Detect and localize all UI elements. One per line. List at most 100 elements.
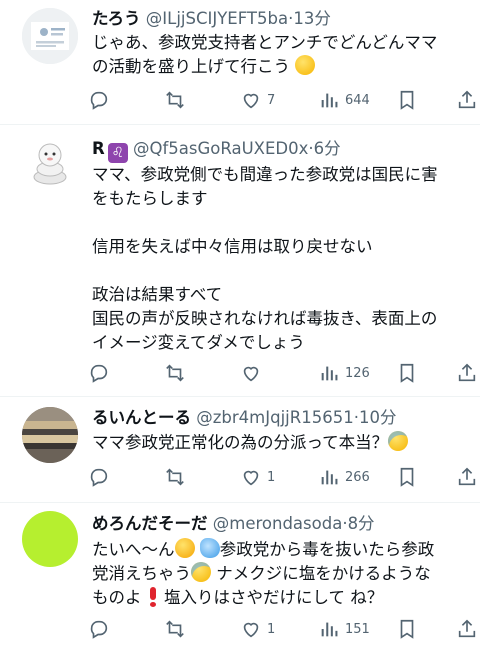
post-line: ママ参政党正常化の為の分派って本当？ xyxy=(92,431,464,455)
reply-button[interactable] xyxy=(88,359,110,387)
action-bar: 1 266 xyxy=(78,463,476,491)
bookmark-button[interactable] xyxy=(396,463,418,491)
views-bar-chart-icon xyxy=(321,366,338,381)
display-name[interactable]: たろう xyxy=(92,9,141,28)
repost-icon xyxy=(166,468,184,486)
dizzy-face-icon xyxy=(174,538,195,558)
like-count: 7 xyxy=(267,92,276,108)
avatar[interactable] xyxy=(22,407,78,463)
avatar[interactable] xyxy=(22,511,78,567)
share-icon xyxy=(458,90,476,109)
repost-button[interactable] xyxy=(164,615,186,643)
bookmark-icon xyxy=(400,90,414,110)
heart-icon xyxy=(243,366,259,382)
bookmark-button[interactable] xyxy=(396,86,418,114)
display-name[interactable]: めろんだそーだ xyxy=(92,514,208,533)
avatar[interactable] xyxy=(22,133,78,189)
post-header: るいんとーる @zbr4mJqjjR15651·10分 xyxy=(92,406,396,430)
post-line: ママ、参政党側でも間違った参政党は国民に害 xyxy=(92,165,438,184)
reply-icon xyxy=(90,91,108,110)
share-button[interactable] xyxy=(456,615,478,643)
post-time[interactable]: 10分 xyxy=(359,408,397,427)
post-time[interactable]: 13分 xyxy=(293,9,331,28)
post-line: じゃあ、参政党支持者とアンチでどんどんママ xyxy=(92,33,438,52)
reply-button[interactable] xyxy=(88,86,110,114)
like-button[interactable]: 1 xyxy=(240,615,275,643)
post-time[interactable]: 8分 xyxy=(348,514,375,533)
post-header: R ♌ @Qf5asGoRaUXED0x·6分 xyxy=(92,137,341,163)
user-handle[interactable]: @ILjjSCIJYEFT5ba xyxy=(146,9,288,28)
action-bar: 1 151 xyxy=(78,615,476,643)
like-button[interactable] xyxy=(240,359,262,387)
display-name[interactable]: るいんとーる xyxy=(92,408,191,427)
reply-button[interactable] xyxy=(88,615,110,643)
repost-icon xyxy=(166,364,184,382)
user-handle[interactable]: @zbr4mJqjjR15651 xyxy=(196,408,353,427)
reply-button[interactable] xyxy=(88,463,110,491)
reply-post[interactable]: めろんだそーだ @merondasoda·8分 たいへ～ん 参政党から毒を抜いた… xyxy=(0,503,480,653)
reply-icon xyxy=(90,620,108,639)
views-count: 644 xyxy=(345,92,370,108)
display-name[interactable]: R xyxy=(92,139,105,158)
repost-button[interactable] xyxy=(164,359,186,387)
post-line: イメージ変えてダメでしょう xyxy=(92,333,305,352)
post-text: たいへ～ん 参政党から毒を抜いたら参政 党消えちゃう ナメクジに塩をかけるような… xyxy=(92,538,464,610)
like-count: 1 xyxy=(267,469,276,485)
views-button[interactable]: 151 xyxy=(318,615,370,643)
like-button[interactable]: 1 xyxy=(240,463,275,491)
slightly-smiling-face-icon xyxy=(295,55,316,75)
user-handle[interactable]: @Qf5asGoRaUXED0x xyxy=(133,139,308,158)
exclamation-icon xyxy=(149,587,156,607)
share-icon xyxy=(458,363,476,382)
repost-button[interactable] xyxy=(164,463,186,491)
post-header: たろう @ILjjSCIJYEFT5ba·13分 xyxy=(92,7,331,31)
bookmark-button[interactable] xyxy=(396,615,418,643)
heart-icon xyxy=(243,622,259,638)
repost-icon xyxy=(166,91,184,109)
views-count: 151 xyxy=(345,621,370,637)
views-button[interactable]: 126 xyxy=(318,359,370,387)
views-bar-chart-icon xyxy=(321,470,338,485)
repost-icon xyxy=(166,620,184,638)
share-icon xyxy=(458,619,476,638)
action-bar: 7 644 xyxy=(78,86,476,114)
post-line: 党消えちゃう ナメクジに塩をかけるような xyxy=(92,562,431,583)
reply-post[interactable]: るいんとーる @zbr4mJqjjR15651·10分 ママ参政党正常化の為の分… xyxy=(0,397,480,501)
reply-icon xyxy=(90,364,108,383)
views-button[interactable]: 266 xyxy=(318,463,370,491)
post-line: ものよ 塩入りはさやだけにして ね？ xyxy=(92,587,384,607)
repost-button[interactable] xyxy=(164,86,186,114)
sweat-droplets-icon xyxy=(199,538,220,558)
heart-icon xyxy=(243,93,259,109)
avatar[interactable] xyxy=(22,8,78,64)
post-line: をもたらします xyxy=(92,189,208,208)
bookmark-icon xyxy=(400,467,414,487)
reply-post[interactable]: R ♌ @Qf5asGoRaUXED0x·6分 ママ、参政党側でも間違った参政党は… xyxy=(0,125,480,395)
reply-post[interactable]: たろう @ILjjSCIJYEFT5ba·13分 じゃあ、参政党支持者とアンチで… xyxy=(0,0,480,120)
heart-icon xyxy=(243,470,259,486)
bookmark-icon xyxy=(400,619,414,639)
post-time[interactable]: 6分 xyxy=(314,139,341,158)
share-button[interactable] xyxy=(456,463,478,491)
bookmark-button[interactable] xyxy=(396,359,418,387)
post-text: じゃあ、参政党支持者とアンチでどんどんママ の活動を盛り上げて行こう xyxy=(92,31,464,79)
post-text: ママ参政党正常化の為の分派って本当？ xyxy=(92,431,464,455)
user-handle[interactable]: @merondasoda xyxy=(213,514,343,533)
crying-face-icon xyxy=(388,431,409,451)
views-count: 126 xyxy=(345,365,370,381)
views-count: 266 xyxy=(345,469,370,485)
views-bar-chart-icon xyxy=(321,93,338,108)
crying-face-icon xyxy=(191,562,211,582)
share-button[interactable] xyxy=(456,359,478,387)
like-count: 1 xyxy=(267,621,276,637)
post-line: の活動を盛り上げて行こう xyxy=(92,55,464,79)
views-button[interactable]: 644 xyxy=(318,86,370,114)
like-button[interactable]: 7 xyxy=(240,86,275,114)
bookmark-icon xyxy=(400,363,414,383)
post-text: ママ、参政党側でも間違った参政党は国民に害 をもたらします 信用を失えば中々信用… xyxy=(92,163,464,355)
post-line: たいへ～ん 参政党から毒を抜いたら参政 xyxy=(92,538,435,559)
post-header: めろんだそーだ @merondasoda·8分 xyxy=(92,512,375,536)
share-button[interactable] xyxy=(456,86,478,114)
